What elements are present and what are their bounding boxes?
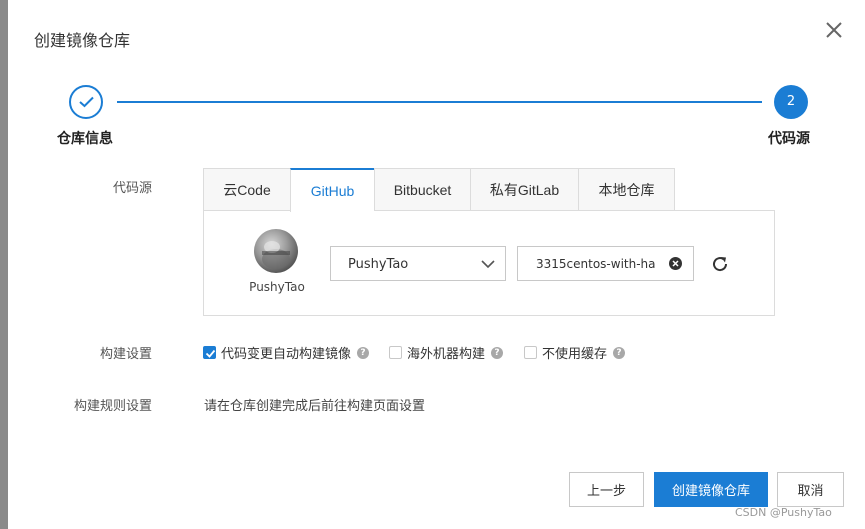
- github-panel: PushyTao PushyTao: [203, 210, 775, 316]
- tab-yun-code[interactable]: 云Code: [203, 168, 290, 211]
- account-name: PushyTao: [249, 280, 305, 294]
- namespace-value: PushyTao: [348, 257, 409, 272]
- step-1-label: 仓库信息: [57, 131, 113, 147]
- option-overseas-build: 海外机器构建 ?: [389, 343, 504, 362]
- chevron-down-icon: [481, 260, 495, 269]
- step-2-active: 2: [774, 85, 808, 119]
- overseas-build-label: 海外机器构建: [407, 347, 486, 362]
- no-cache-label: 不使用缓存: [542, 347, 608, 362]
- repo-input[interactable]: [519, 248, 663, 279]
- step-connector: [117, 101, 762, 103]
- namespace-select[interactable]: PushyTao: [330, 246, 506, 281]
- cancel-button[interactable]: 取消: [777, 472, 844, 507]
- help-icon[interactable]: ?: [613, 346, 626, 359]
- tab-github[interactable]: GitHub: [290, 168, 374, 212]
- auto-build-label: 代码变更自动构建镜像: [221, 347, 352, 362]
- prev-step-button[interactable]: 上一步: [569, 472, 644, 507]
- avatar: [254, 229, 298, 273]
- build-rules-hint: 请在仓库创建完成后前往构建页面设置: [204, 399, 426, 414]
- no-cache-checkbox[interactable]: [524, 346, 537, 359]
- build-rules-label: 构建规则设置: [73, 399, 152, 414]
- clear-icon[interactable]: [669, 257, 682, 270]
- tab-bitbucket[interactable]: Bitbucket: [374, 168, 470, 211]
- refresh-icon[interactable]: [710, 254, 730, 274]
- tab-local-repo[interactable]: 本地仓库: [578, 168, 675, 211]
- tab-private-gitlab[interactable]: 私有GitLab: [470, 168, 578, 211]
- option-no-cache: 不使用缓存 ?: [524, 343, 626, 362]
- check-icon: [79, 96, 94, 108]
- build-settings-label: 构建设置: [99, 347, 152, 362]
- repo-field: [517, 246, 694, 281]
- watermark: CSDN @PushyTao: [735, 506, 832, 519]
- source-label: 代码源: [112, 181, 152, 196]
- source-tabs: 云Code GitHub Bitbucket 私有GitLab 本地仓库: [203, 168, 675, 212]
- auto-build-checkbox[interactable]: [203, 346, 216, 359]
- backdrop-edge: [0, 0, 8, 529]
- option-auto-build: 代码变更自动构建镜像 ?: [203, 343, 370, 362]
- step-1-done: [69, 85, 103, 119]
- create-repo-button[interactable]: 创建镜像仓库: [654, 472, 768, 507]
- dialog-title: 创建镜像仓库: [34, 31, 131, 50]
- overseas-build-checkbox[interactable]: [389, 346, 402, 359]
- help-icon[interactable]: ?: [357, 346, 370, 359]
- help-icon[interactable]: ?: [491, 346, 504, 359]
- create-repo-dialog: 创建镜像仓库 2 仓库信息 代码源 代码源 云Code GitHub Bitbu…: [8, 0, 865, 529]
- close-icon[interactable]: [823, 19, 845, 41]
- step-2-label: 代码源: [768, 131, 810, 147]
